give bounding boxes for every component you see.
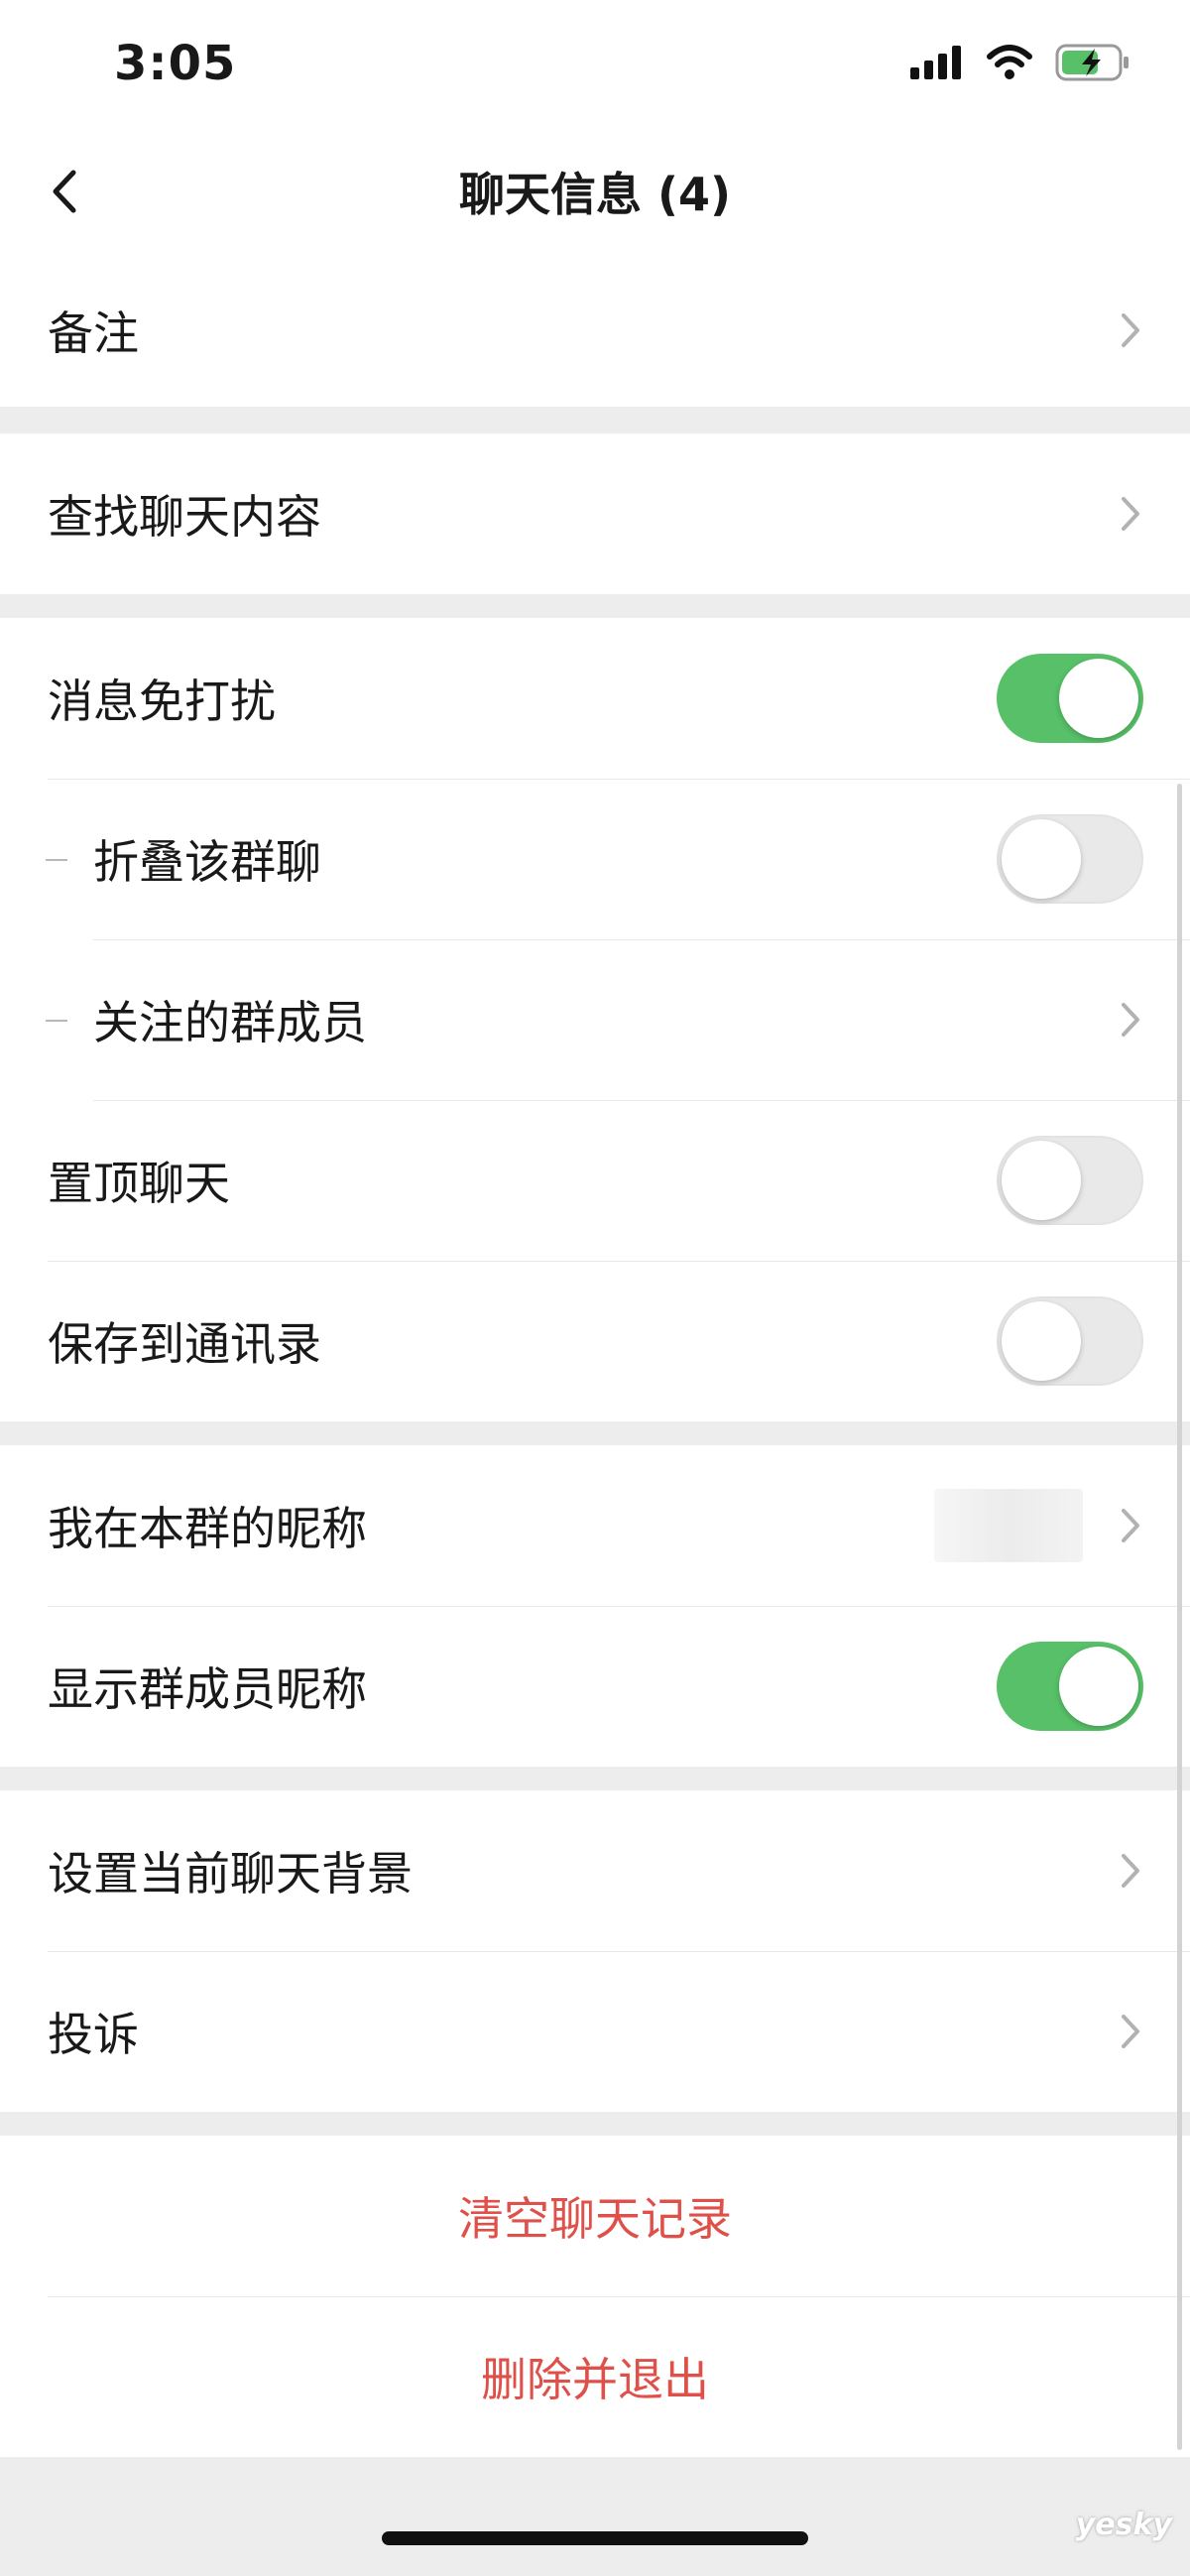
delete-exit-button[interactable]: 删除并退出 [0, 2296, 1190, 2457]
fold-toggle[interactable] [997, 814, 1143, 904]
section-search: 查找聊天内容 [0, 433, 1190, 594]
chevron-right-icon [1122, 1509, 1139, 1542]
my-nickname-row[interactable]: 我在本群的昵称 [0, 1445, 1190, 1606]
save-contacts-row: 保存到通讯录 [0, 1261, 1190, 1421]
section-background: 设置当前聊天背景 投诉 [0, 1790, 1190, 2112]
chevron-right-icon [1122, 1854, 1139, 1888]
search-chat-row[interactable]: 查找聊天内容 [0, 433, 1190, 594]
page-title: 聊天信息 (4) [458, 168, 732, 221]
status-bar: 3:05 [0, 0, 1190, 129]
toggle-knob [1002, 819, 1081, 899]
section-remark: 备注 [0, 254, 1190, 407]
chevron-right-icon [1122, 1003, 1139, 1037]
indent-dash [46, 1020, 67, 1022]
divider [48, 1951, 1190, 1952]
watermark-logo: yesky [1075, 2508, 1172, 2542]
save-contacts-label: 保存到通讯录 [48, 1317, 321, 1371]
toggle-knob [1059, 1647, 1138, 1726]
set-background-label: 设置当前聊天背景 [48, 1847, 413, 1901]
set-background-row[interactable]: 设置当前聊天背景 [0, 1790, 1190, 1951]
pin-toggle[interactable] [997, 1136, 1143, 1225]
clear-history-button[interactable]: 清空聊天记录 [0, 2136, 1190, 2296]
mute-row: 消息免打扰 [0, 618, 1190, 779]
mute-label: 消息免打扰 [48, 675, 276, 728]
chevron-right-icon [1122, 313, 1139, 347]
pin-row: 置顶聊天 [0, 1100, 1190, 1261]
divider [48, 1606, 1190, 1607]
pin-label: 置顶聊天 [48, 1157, 230, 1210]
toggle-knob [1002, 1301, 1081, 1381]
fold-row: 折叠该群聊 [0, 779, 1190, 939]
remark-label: 备注 [48, 307, 139, 360]
section-danger: 清空聊天记录 删除并退出 [0, 2136, 1190, 2457]
signal-icon [910, 46, 961, 79]
status-time: 3:05 [114, 36, 237, 91]
my-nickname-label: 我在本群的昵称 [48, 1502, 367, 1555]
section-nickname: 我在本群的昵称 显示群成员昵称 [0, 1445, 1190, 1767]
save-contacts-toggle[interactable] [997, 1296, 1143, 1386]
divider [93, 1100, 1190, 1101]
search-chat-label: 查找聊天内容 [48, 490, 321, 544]
complain-row[interactable]: 投诉 [0, 1951, 1190, 2112]
toggle-knob [1002, 1141, 1081, 1220]
remark-row[interactable]: 备注 [0, 254, 1190, 407]
chevron-right-icon [1122, 497, 1139, 531]
followed-members-row[interactable]: 关注的群成员 [0, 939, 1190, 1100]
wifi-icon [987, 45, 1032, 79]
divider [48, 2296, 1190, 2297]
delete-exit-label: 删除并退出 [481, 2353, 709, 2406]
section-notifications: 消息免打扰 折叠该群聊 关注的群成员 置顶聊天 保存到通讯录 [0, 618, 1190, 1421]
nickname-value-blurred [934, 1489, 1083, 1562]
home-indicator[interactable] [382, 2531, 808, 2545]
divider [48, 779, 1190, 780]
indent-dash [46, 859, 67, 861]
nav-bar: 聊天信息 (4) [0, 129, 1190, 255]
divider [93, 939, 1190, 940]
show-nicknames-toggle[interactable] [997, 1642, 1143, 1731]
scrollbar[interactable] [1177, 784, 1182, 2450]
complain-label: 投诉 [48, 2008, 139, 2061]
show-nicknames-row: 显示群成员昵称 [0, 1606, 1190, 1767]
fold-label: 折叠该群聊 [93, 835, 321, 889]
chevron-right-icon [1122, 2015, 1139, 2048]
clear-history-label: 清空聊天记录 [458, 2192, 732, 2246]
show-nicknames-label: 显示群成员昵称 [48, 1662, 367, 1716]
divider [48, 1261, 1190, 1262]
toggle-knob [1059, 659, 1138, 738]
mute-toggle[interactable] [997, 654, 1143, 743]
followed-members-label: 关注的群成员 [93, 996, 367, 1049]
status-icons [910, 44, 1130, 81]
battery-charging-icon [1055, 44, 1129, 81]
